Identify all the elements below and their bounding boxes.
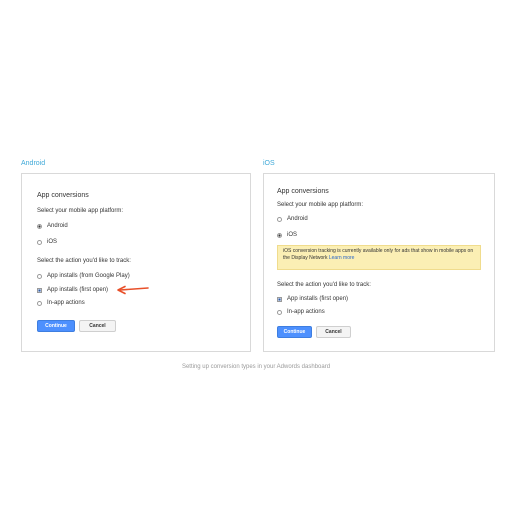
ios-radio-ios[interactable] bbox=[277, 233, 282, 238]
android-radio-in-app-label: In-app actions bbox=[47, 300, 85, 306]
android-radio-android[interactable] bbox=[37, 224, 42, 229]
android-panel: App conversions Select your mobile app p… bbox=[21, 173, 251, 352]
ios-radio-android-label: Android bbox=[287, 216, 308, 222]
ios-panel: App conversions Select your mobile app p… bbox=[263, 173, 495, 352]
android-radio-installs-play-label: App installs (from Google Play) bbox=[47, 273, 130, 279]
learn-more-link[interactable]: Learn more bbox=[329, 255, 355, 261]
ios-checkbox-first-open-label: App installs (first open) bbox=[287, 296, 349, 302]
android-radio-ios[interactable] bbox=[37, 240, 42, 245]
android-checkbox-first-open-label: App installs (first open) bbox=[47, 287, 109, 293]
ios-continue-button[interactable]: Continue bbox=[277, 326, 312, 338]
ios-panel-title: App conversions bbox=[277, 188, 329, 195]
ios-radio-ios-label: iOS bbox=[287, 232, 298, 238]
android-action-prompt: Select the action you'd like to track: bbox=[37, 258, 131, 264]
android-continue-button[interactable]: Continue bbox=[37, 320, 75, 332]
ios-section-title: iOS bbox=[263, 160, 275, 167]
android-radio-installs-play[interactable] bbox=[37, 274, 42, 279]
android-cancel-button[interactable]: Cancel bbox=[79, 320, 116, 332]
ios-cancel-button[interactable]: Cancel bbox=[316, 326, 351, 338]
ios-radio-android[interactable] bbox=[277, 217, 282, 222]
android-radio-android-label: Android bbox=[47, 223, 68, 229]
android-platform-prompt: Select your mobile app platform: bbox=[37, 208, 124, 214]
figure-caption: Setting up conversion types in your Adwo… bbox=[181, 364, 331, 370]
android-checkbox-first-open[interactable] bbox=[37, 288, 42, 293]
annotation-arrow-icon bbox=[117, 285, 149, 295]
ios-notice-banner: iOS conversion tracking is currently ava… bbox=[277, 245, 481, 270]
ios-radio-in-app-label: In-app actions bbox=[287, 309, 325, 315]
ios-action-prompt: Select the action you'd like to track: bbox=[277, 282, 371, 288]
android-section-title: Android bbox=[21, 160, 46, 167]
ios-notice-text: iOS conversion tracking is currently ava… bbox=[283, 248, 474, 261]
ios-radio-in-app[interactable] bbox=[277, 310, 282, 315]
ios-platform-prompt: Select your mobile app platform: bbox=[277, 202, 364, 208]
android-panel-title: App conversions bbox=[37, 192, 89, 199]
android-radio-ios-label: iOS bbox=[47, 239, 58, 245]
android-radio-in-app[interactable] bbox=[37, 301, 42, 306]
ios-checkbox-first-open[interactable] bbox=[277, 297, 282, 302]
